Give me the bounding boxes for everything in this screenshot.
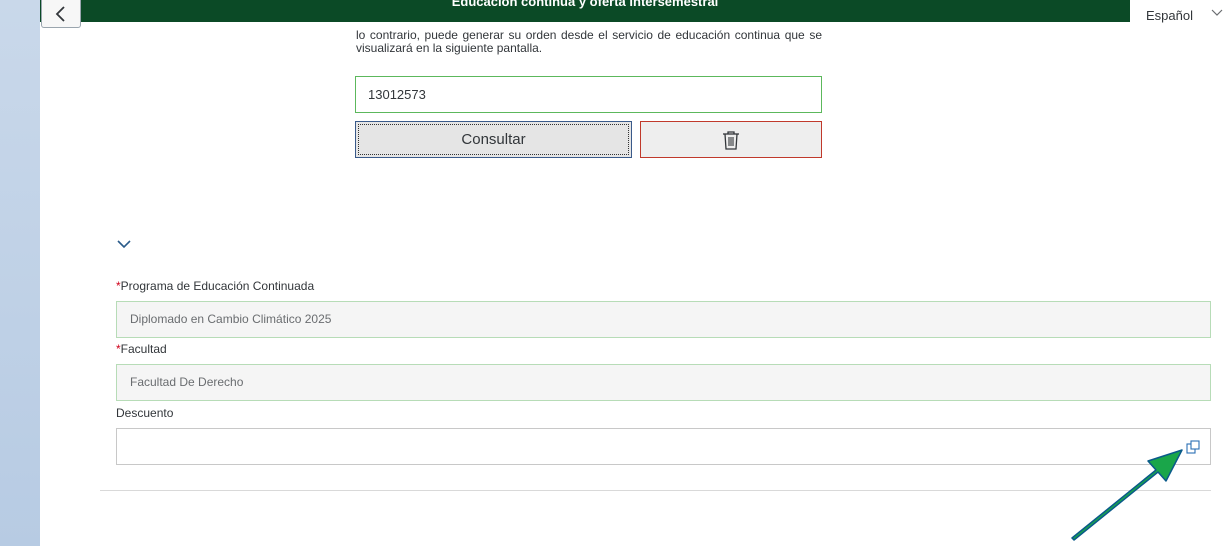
facultad-label-text: Facultad bbox=[120, 342, 167, 356]
consultar-button[interactable]: Consultar bbox=[355, 121, 632, 158]
chevron-left-icon bbox=[55, 5, 65, 22]
header-bar: Educación continua y oferta intersemestr… bbox=[40, 0, 1130, 22]
left-sidebar-strip bbox=[0, 0, 40, 546]
descuento-label: Descuento bbox=[116, 406, 174, 420]
annotation-arrow-icon bbox=[1071, 449, 1183, 541]
programa-label-text: Programa de Educación Continuada bbox=[120, 279, 315, 293]
trash-icon bbox=[723, 130, 739, 150]
facultad-field: Facultad De Derecho bbox=[116, 364, 1211, 401]
intro-text: lo contrario, puede generar su orden des… bbox=[356, 28, 822, 55]
descuento-input[interactable] bbox=[116, 428, 1211, 465]
back-button[interactable] bbox=[41, 0, 81, 28]
language-selector[interactable]: Español bbox=[1130, 0, 1227, 32]
id-input[interactable] bbox=[355, 76, 822, 113]
language-label: Español bbox=[1146, 8, 1193, 23]
chevron-down-icon bbox=[1211, 9, 1223, 16]
facultad-label: *Facultad bbox=[116, 342, 167, 356]
page-title: Educación continua y oferta intersemestr… bbox=[451, 0, 719, 9]
collapse-chevron-icon[interactable] bbox=[116, 236, 132, 252]
section-divider bbox=[100, 490, 1211, 491]
delete-button[interactable] bbox=[640, 121, 822, 158]
programa-field: Diplomado en Cambio Climático 2025 bbox=[116, 301, 1211, 338]
programa-label: *Programa de Educación Continuada bbox=[116, 279, 314, 293]
